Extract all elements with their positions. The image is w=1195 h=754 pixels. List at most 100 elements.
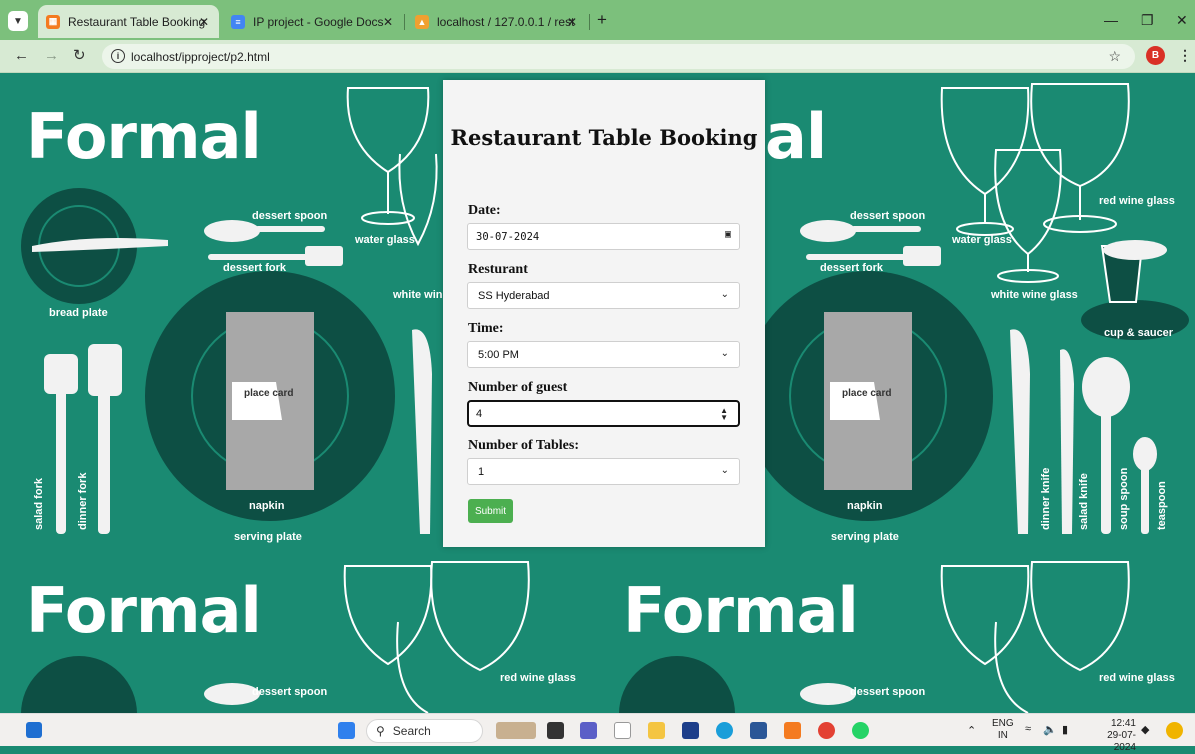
volume-icon[interactable]: 🔈	[1043, 723, 1057, 736]
guests-label: Number of guest	[468, 380, 568, 395]
notepad-icon[interactable]	[750, 722, 767, 739]
tab-title: localhost / 127.0.0.1 / restauran	[437, 14, 575, 29]
show-hidden-icons-icon[interactable]: ⌃	[967, 724, 976, 737]
date-label: Date:	[468, 203, 501, 218]
language-indicator[interactable]: ENG IN	[992, 718, 1014, 742]
background-label: dessert fork	[223, 262, 286, 274]
reload-icon[interactable]: ↻	[73, 48, 86, 63]
xampp-icon[interactable]	[784, 722, 801, 739]
tables-value: 1	[478, 465, 485, 478]
clock-date: 29-07-2024	[1107, 730, 1136, 753]
background-label: dessert spoon	[252, 210, 328, 222]
background-label: dessert fork	[820, 262, 883, 274]
time-select[interactable]: 5:00 PM ⌄	[467, 341, 740, 368]
clock[interactable]: 12:41 29-07-2024	[1088, 718, 1136, 754]
background-label: serving plate	[234, 531, 302, 543]
background-label: cup & saucer	[1104, 327, 1174, 339]
docs-favicon-icon: ≡	[231, 14, 245, 29]
teams-icon[interactable]	[580, 722, 597, 739]
tab-title: IP project - Google Docs	[253, 14, 384, 29]
time-value: 5:00 PM	[478, 348, 519, 361]
search-highlight-icon[interactable]	[496, 722, 536, 739]
background-label: dinner knife	[1040, 467, 1052, 530]
close-window-icon[interactable]: ✕	[1176, 12, 1188, 29]
copilot-icon[interactable]	[1166, 722, 1183, 739]
tab-title: Restaurant Table Booking	[68, 14, 206, 29]
background-label: teaspoon	[1156, 481, 1168, 530]
background-label: white win	[393, 289, 443, 301]
wifi-icon[interactable]: ≈	[1025, 723, 1031, 735]
close-tab-icon[interactable]: ✕	[567, 15, 577, 29]
background-label: dessert spoon	[850, 210, 926, 222]
new-tab-button[interactable]: +	[597, 11, 607, 28]
phpmyadmin-favicon-icon: ▲	[415, 14, 429, 29]
address-bar[interactable]: i localhost/ipproject/p2.html ☆	[102, 44, 1135, 69]
minimize-icon[interactable]: —	[1104, 12, 1118, 28]
bookmark-star-icon[interactable]: ☆	[1108, 48, 1121, 65]
taskbar-search-box[interactable]: ⚲ Search	[366, 719, 483, 743]
tab-search-button[interactable]: ▼	[8, 11, 28, 31]
close-tab-icon[interactable]: ✕	[383, 15, 393, 29]
background-heading: Formal	[26, 100, 262, 173]
background-label: red wine glass	[1099, 195, 1175, 207]
language-code: ENG	[992, 718, 1014, 729]
restaurant-favicon-icon: ▦	[46, 14, 60, 29]
url-text[interactable]: localhost/ipproject/p2.html	[131, 50, 270, 64]
submit-button[interactable]: Submit	[468, 499, 513, 523]
forward-arrow-icon[interactable]: →	[44, 48, 59, 63]
tab-separator	[589, 14, 590, 30]
store-icon[interactable]	[682, 722, 699, 739]
calendar-icon[interactable]: ▣	[725, 229, 731, 240]
background-label: napkin	[847, 500, 883, 512]
notification-bell-icon[interactable]: ◆	[1141, 723, 1149, 736]
start-windows-icon[interactable]	[338, 722, 355, 739]
restaurant-value: SS Hyderabad	[478, 289, 550, 302]
profile-avatar[interactable]: B	[1146, 46, 1165, 65]
number-stepper-icon[interactable]: ▲ ▼	[720, 407, 728, 422]
booking-form: Restaurant Table Booking Date: 30-07-202…	[443, 80, 765, 547]
chrome-icon[interactable]	[818, 722, 835, 739]
tab-phpmyadmin[interactable]: ▲ localhost / 127.0.0.1 / restauran ✕	[407, 5, 587, 38]
background-label: serving plate	[831, 531, 899, 543]
tables-select[interactable]: 1 ⌄	[467, 458, 740, 485]
page-title: Restaurant Table Booking	[450, 125, 758, 150]
chevron-down-icon: ⌄	[720, 289, 729, 300]
background-label: water glass	[952, 234, 1012, 246]
restore-icon[interactable]: ❐	[1141, 12, 1154, 29]
more-menu-icon[interactable]: ⋮	[1178, 47, 1192, 64]
clock-time: 12:41	[1110, 718, 1136, 729]
background-label: red wine glass	[1099, 672, 1175, 684]
background-label: salad fork	[33, 478, 45, 530]
background-label: red wine glass	[500, 672, 576, 684]
date-value: 30-07-2024	[476, 230, 540, 243]
browser-tab-strip: ▼ ▦ Restaurant Table Booking ✕ ≡ IP proj…	[0, 0, 1195, 40]
time-label: Time:	[468, 321, 504, 336]
tab-google-docs[interactable]: ≡ IP project - Google Docs ✕	[223, 5, 403, 38]
file-explorer-icon[interactable]	[648, 722, 665, 739]
background-label: dessert spoon	[252, 686, 328, 698]
tables-label: Number of Tables:	[468, 438, 579, 453]
back-arrow-icon[interactable]: ←	[14, 48, 29, 63]
guests-number-input[interactable]: 4 ▲ ▼	[467, 400, 740, 427]
close-tab-icon[interactable]: ✕	[199, 15, 209, 29]
background-label: white wine glass	[991, 289, 1078, 301]
restaurant-label: Resturant	[468, 262, 528, 277]
battery-icon[interactable]: ▮	[1062, 723, 1068, 736]
chevron-down-icon: ⌄	[720, 348, 729, 359]
background-label: soup spoon	[1118, 467, 1130, 530]
task-view-icon[interactable]	[547, 722, 564, 739]
file-icon[interactable]	[614, 722, 631, 739]
edge-icon[interactable]	[716, 722, 733, 739]
tab-restaurant-booking[interactable]: ▦ Restaurant Table Booking ✕	[38, 5, 219, 38]
widgets-icon[interactable]	[26, 722, 42, 738]
taskbar-search-placeholder: Search	[392, 724, 431, 738]
background-label: dessert spoon	[850, 686, 926, 698]
background-label: napkin	[249, 500, 285, 512]
site-info-icon[interactable]: i	[111, 49, 125, 63]
background-heading: Formal	[26, 574, 262, 647]
background-heading: al	[765, 100, 827, 173]
restaurant-select[interactable]: SS Hyderabad ⌄	[467, 282, 740, 309]
taskbar: ⚲ Search ⌃ ENG IN ≈ 🔈 ▮ 12:41 29-07-2024…	[0, 713, 1195, 753]
whatsapp-icon[interactable]	[852, 722, 869, 739]
date-input[interactable]: 30-07-2024 ▣	[467, 223, 740, 250]
